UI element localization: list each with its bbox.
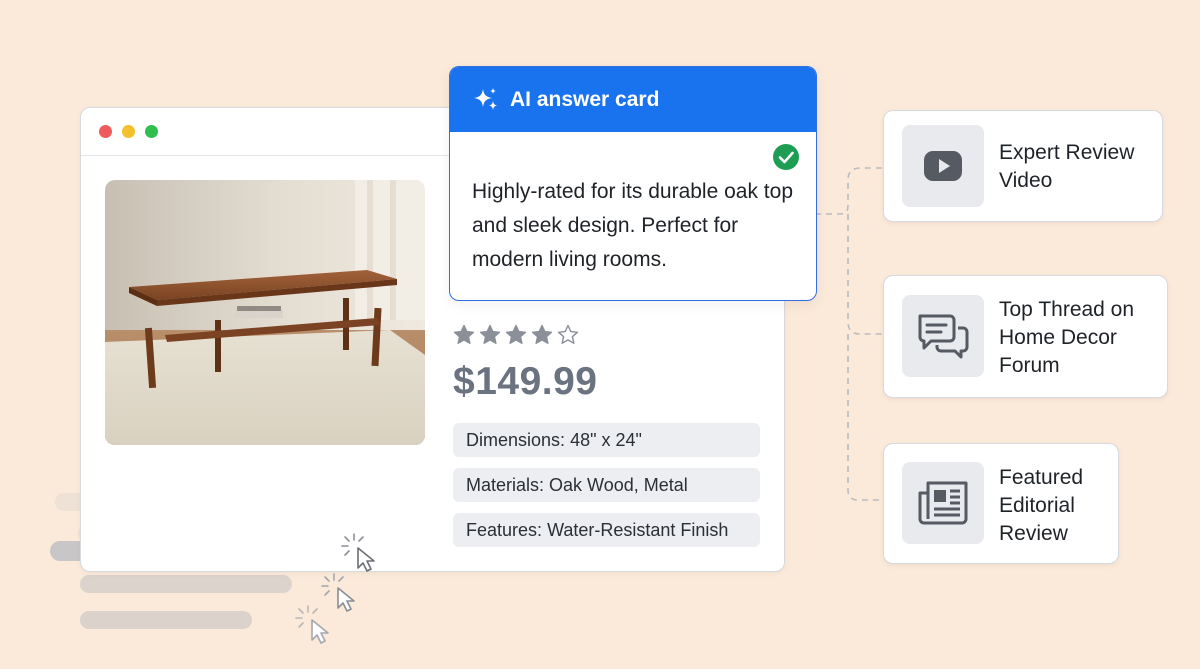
source-icon-box — [902, 462, 984, 544]
video-play-icon — [924, 151, 962, 181]
newspaper-icon — [918, 481, 968, 525]
chat-bubbles-icon — [918, 314, 969, 359]
star-filled-icon — [453, 324, 475, 344]
source-label: Featured Editorial Review — [999, 466, 1084, 545]
source-label: Expert Review Video — [999, 141, 1135, 192]
skeleton-line — [80, 575, 292, 593]
cursor-click-icon — [295, 605, 329, 644]
sparkle-icon — [474, 87, 497, 110]
ai-answer-card: AI answer card Highly-rated for its dura… — [449, 66, 817, 301]
star-filled-icon — [505, 324, 527, 344]
spec-value: Oak Wood, Metal — [549, 475, 688, 495]
window-minimize-button[interactable] — [122, 125, 135, 138]
spec-label: Materials: — [466, 475, 545, 495]
cursor-click-icon — [341, 533, 375, 572]
spec-materials: Materials: Oak Wood, Metal — [453, 468, 760, 502]
source-icon-box — [902, 125, 984, 207]
spec-value: Water-Resistant Finish — [547, 520, 729, 540]
star-filled-icon — [479, 324, 501, 344]
skeleton-line — [80, 611, 252, 629]
verified-check-icon — [773, 144, 799, 170]
source-label: Top Thread on Home Decor Forum — [999, 298, 1135, 377]
star-filled-icon — [531, 324, 553, 344]
spec-label: Dimensions: — [466, 430, 566, 450]
ai-card-header: AI answer card — [450, 67, 816, 132]
window-maximize-button[interactable] — [145, 125, 158, 138]
spec-value: 48" x 24" — [570, 430, 642, 450]
ai-card-title: AI answer card — [510, 87, 660, 111]
star-empty-icon — [557, 324, 579, 344]
window-close-button[interactable] — [99, 125, 112, 138]
source-card-video[interactable]: Expert Review Video — [883, 110, 1163, 222]
source-connector-lines — [815, 167, 884, 501]
spec-label: Features: — [466, 520, 543, 540]
spec-dimensions: Dimensions: 48" x 24" — [453, 423, 760, 457]
source-card-editorial[interactable]: Featured Editorial Review — [883, 443, 1119, 564]
product-price: $149.99 — [453, 360, 598, 403]
ai-card-answer: Highly-rated for its durable oak top and… — [472, 180, 793, 271]
coffee-table-photo — [105, 180, 425, 445]
product-image — [105, 180, 425, 445]
source-icon-box — [902, 295, 984, 377]
rating-stars — [453, 324, 579, 346]
source-card-forum[interactable]: Top Thread on Home Decor Forum — [883, 275, 1168, 398]
spec-features: Features: Water-Resistant Finish — [453, 513, 760, 547]
